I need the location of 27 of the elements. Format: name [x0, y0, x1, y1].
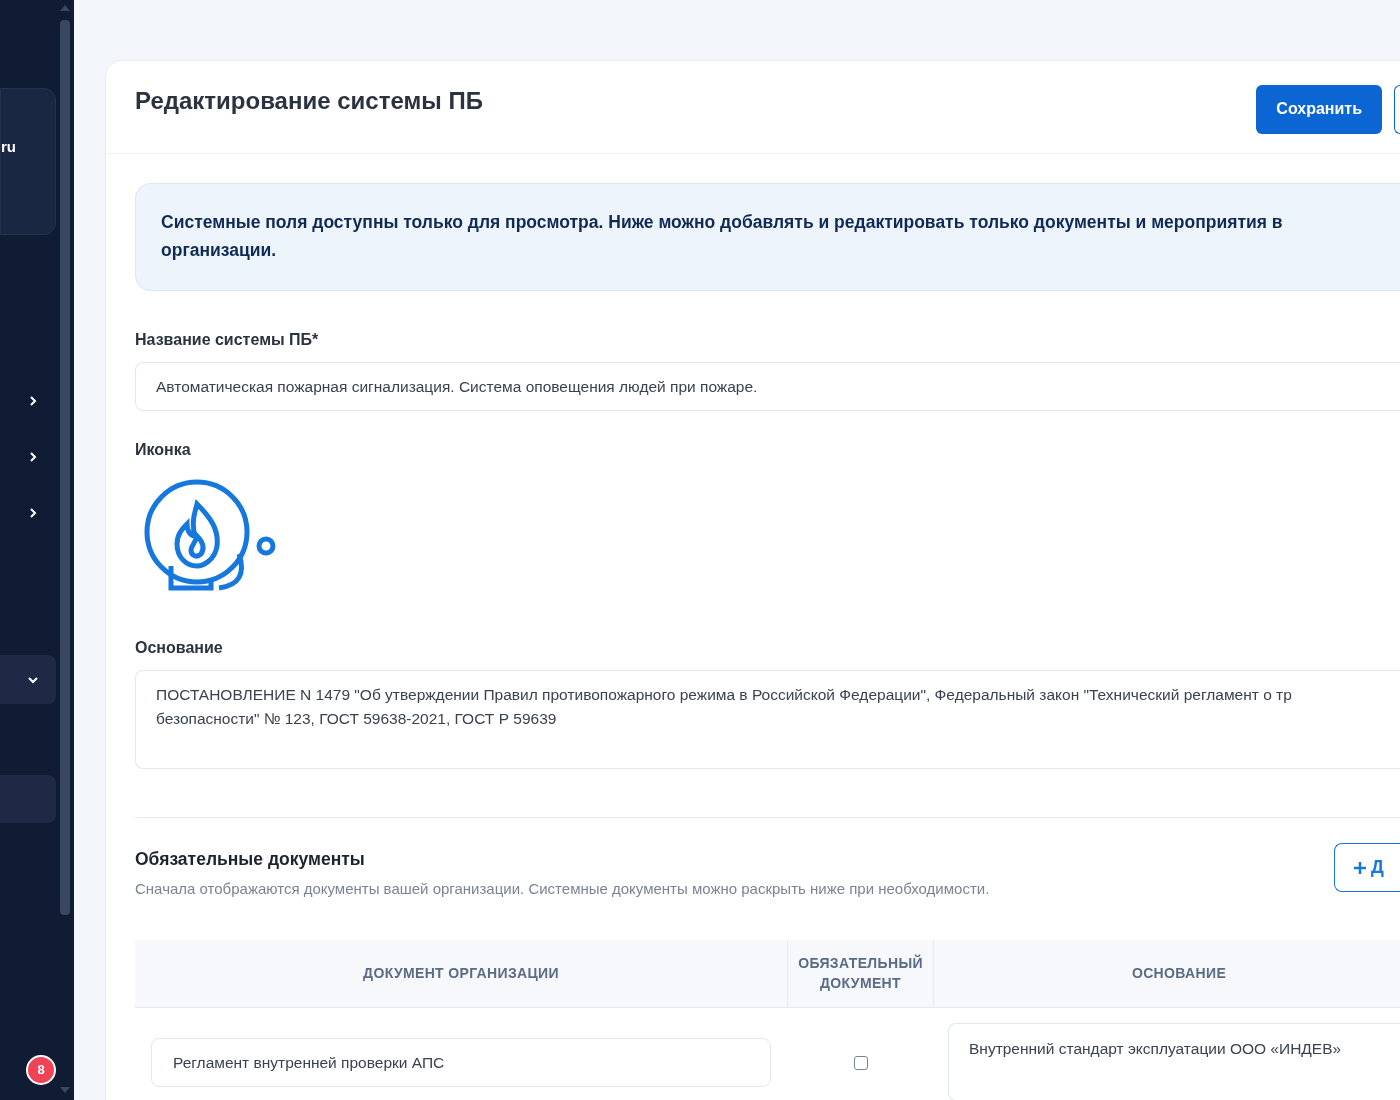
field-label: Название системы ПБ* [135, 330, 320, 350]
section-title: Обязательные документы [135, 848, 366, 871]
field-label: Иконка [135, 440, 192, 460]
column-header: ДОКУМЕНТ ОРГАНИЗАЦИИ [363, 964, 559, 984]
chevron-right-icon [28, 452, 38, 462]
chevron-down-icon [28, 674, 38, 685]
checkbox[interactable] [853, 1055, 868, 1070]
chevron-right-icon [28, 396, 38, 406]
name-input-field[interactable]: Автоматическая пожарная сигнализация. Система оповещения людей при пожаре. [135, 362, 1400, 411]
notification-badge: 8 [26, 1055, 56, 1085]
save-button[interactable]: Сохранить [1256, 84, 1382, 134]
chevron-right-icon [28, 508, 38, 518]
info-message: Системные поля доступны только для просмотра. Ниже можно добавлять и редактировать только документы и мероприятия в организации. [161, 211, 1284, 262]
basis-text-area[interactable]: ПОСТАНОВЛЕНИЕ N 1479 "Об утверждении Правил противопожарного режима в Российской Федерации", Федеральный закон "Технический регламент о тр безопасности" № 123, ГОСТ 59638-2021, ГОСТ Р 59639 [135, 670, 1400, 769]
document-input-field[interactable]: Регламент внутренней проверки АПС [151, 1037, 771, 1087]
section-description: Сначала отображаются документы вашей организации. Системные документы можно раскрыть ниже при необходимости. [135, 879, 990, 900]
menu-item[interactable] [0, 655, 56, 704]
add-document-button[interactable]: Д [1334, 843, 1400, 892]
page-title: Редактирование системы ПБ [135, 86, 483, 116]
brand-text: ru [1, 137, 16, 157]
column-header: ОСНОВАНИЕ [1131, 964, 1227, 984]
scroll-up-icon [59, 4, 71, 12]
plus-icon [1353, 860, 1367, 875]
column-header: ОБЯЗАТЕЛЬНЫЙ ДОКУМЕНТ [797, 953, 924, 994]
scrollbar[interactable] [60, 20, 70, 915]
field-label: Основание [135, 638, 224, 658]
scroll-down-icon [59, 1086, 71, 1094]
